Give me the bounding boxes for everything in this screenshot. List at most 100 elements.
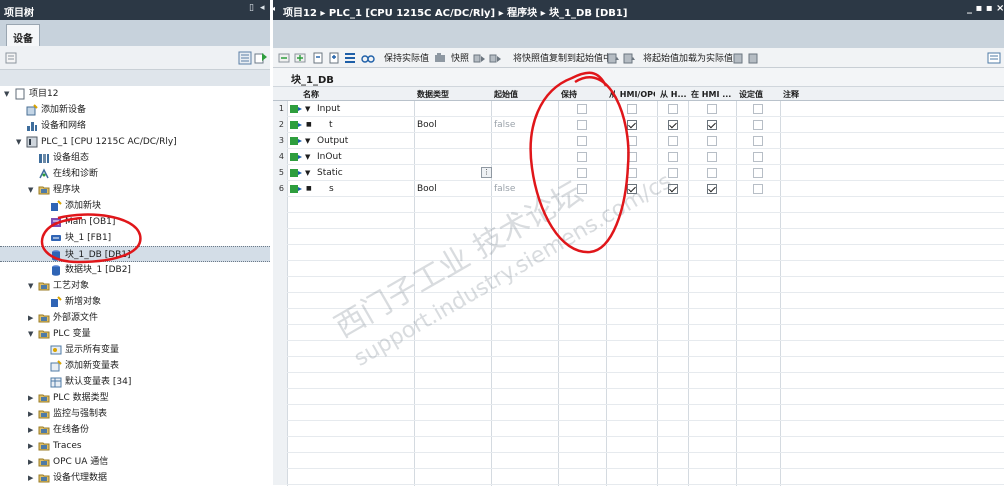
setpoint-checkbox[interactable] xyxy=(753,136,763,146)
tree-item[interactable]: 添加新设备 xyxy=(0,102,270,118)
collapse-arrow-icon[interactable]: ▶ xyxy=(28,454,38,470)
table-row[interactable]: 3 ▼ Output xyxy=(273,133,1004,149)
empty-table-row[interactable] xyxy=(273,229,1004,245)
list-icon[interactable] xyxy=(343,51,357,65)
variable-name[interactable]: Output xyxy=(317,133,348,149)
variable-start-value[interactable]: false xyxy=(494,181,515,197)
collapse-arrow-icon[interactable]: ▶ xyxy=(28,406,38,422)
tree-item[interactable]: 添加新块 xyxy=(0,198,270,214)
hmi-opc-accessible-checkbox[interactable] xyxy=(627,152,637,162)
tree-item[interactable]: 设备和网络 xyxy=(0,118,270,134)
tree-item[interactable]: 新增对象 xyxy=(0,294,270,310)
retain-checkbox[interactable] xyxy=(577,152,587,162)
datatype-picker-button[interactable]: ⋮ xyxy=(481,167,492,178)
copy-snapshot-to-start-button[interactable]: 将快照值复制到起始值中 xyxy=(513,51,612,64)
load-start-icon[interactable] xyxy=(606,51,620,65)
snapshot-button[interactable]: 快照 xyxy=(451,51,469,64)
empty-table-row[interactable] xyxy=(273,197,1004,213)
col-hmi-opc-accessible[interactable]: 从 HMI/OPC... xyxy=(609,89,655,100)
section-expand-icon[interactable]: ▼ xyxy=(305,165,310,181)
col-name[interactable]: 名称 xyxy=(303,89,319,100)
empty-table-row[interactable] xyxy=(273,245,1004,261)
empty-table-row[interactable] xyxy=(273,213,1004,229)
tree-item[interactable]: ▶ 监控与强制表 xyxy=(0,406,270,422)
hmi-opc-accessible-checkbox[interactable] xyxy=(627,168,637,178)
section-expand-icon[interactable]: ▼ xyxy=(305,101,310,117)
expand-arrow-icon[interactable]: ▼ xyxy=(28,278,38,294)
tree-item[interactable]: ▼ PLC 变量 xyxy=(0,326,270,342)
hmi-visible-checkbox[interactable] xyxy=(707,104,717,114)
empty-table-row[interactable] xyxy=(273,309,1004,325)
keep-actual-values-button[interactable]: 保持实际值 xyxy=(384,51,429,64)
hmi-visible-checkbox[interactable] xyxy=(707,184,717,194)
hmi-writable-checkbox[interactable] xyxy=(668,168,678,178)
hmi-opc-accessible-checkbox[interactable] xyxy=(627,120,637,130)
retain-checkbox[interactable] xyxy=(577,120,587,130)
hmi-opc-accessible-checkbox[interactable] xyxy=(627,184,637,194)
window-controls[interactable]: _ ▪ ▪ × xyxy=(967,3,1004,14)
table-row[interactable]: 4 ▼ InOut xyxy=(273,149,1004,165)
hmi-opc-accessible-checkbox[interactable] xyxy=(627,136,637,146)
empty-table-row[interactable] xyxy=(273,325,1004,341)
tree-item[interactable]: ▶ OPC UA 通信 xyxy=(0,454,270,470)
snapshot-icon[interactable] xyxy=(433,51,447,65)
insert-row-icon[interactable] xyxy=(277,51,291,65)
section-expand-icon[interactable]: ▼ xyxy=(305,133,310,149)
setpoint-checkbox[interactable] xyxy=(753,152,763,162)
retain-checkbox[interactable] xyxy=(577,104,587,114)
list-view-icon[interactable] xyxy=(238,51,252,65)
setpoint-checkbox[interactable] xyxy=(753,168,763,178)
collapse-arrow-icon[interactable]: ▶ xyxy=(28,422,38,438)
variable-name[interactable]: Static xyxy=(317,165,343,181)
tree-item[interactable]: ▶ 设备代理数据 xyxy=(0,470,270,486)
expand-arrow-icon[interactable]: ▼ xyxy=(4,86,14,102)
tree-item[interactable]: 默认变量表 [34] xyxy=(0,374,270,390)
tree-item[interactable]: 在线和诊断 xyxy=(0,166,270,182)
col-hmi-writable[interactable]: 从 H... xyxy=(660,89,687,100)
tree-item[interactable]: 块_1_DB [DB1] xyxy=(0,246,270,262)
col-comment[interactable]: 注释 xyxy=(783,89,799,100)
table-row[interactable]: 2 ■ t Bool false xyxy=(273,117,1004,133)
empty-table-row[interactable] xyxy=(273,405,1004,421)
col-start-value[interactable]: 起始值 xyxy=(494,89,518,100)
empty-table-row[interactable] xyxy=(273,341,1004,357)
tree-item[interactable]: Main [OB1] xyxy=(0,214,270,230)
expand-arrow-icon[interactable]: ▼ xyxy=(28,182,38,198)
empty-table-row[interactable] xyxy=(273,421,1004,437)
load-start-as-actual-button[interactable]: 将起始值加载为实际值 xyxy=(643,51,733,64)
col-setpoint[interactable]: 设定值 xyxy=(739,89,763,100)
retain-checkbox[interactable] xyxy=(577,184,587,194)
expand-all-icon[interactable] xyxy=(311,51,325,65)
tree-item[interactable]: 添加新变量表 xyxy=(0,358,270,374)
empty-table-row[interactable] xyxy=(273,293,1004,309)
variable-datatype[interactable]: Bool xyxy=(417,181,437,197)
tree-item[interactable]: ▼ 工艺对象 xyxy=(0,278,270,294)
load-icon-2[interactable] xyxy=(747,51,761,65)
retain-checkbox[interactable] xyxy=(577,136,587,146)
tree-item[interactable]: ▶ Traces xyxy=(0,438,270,454)
empty-table-row[interactable] xyxy=(273,389,1004,405)
setpoint-checkbox[interactable] xyxy=(753,120,763,130)
copy-snapshot-icon-2[interactable] xyxy=(489,51,503,65)
hmi-writable-checkbox[interactable] xyxy=(668,152,678,162)
tree-item[interactable]: ▶ 外部源文件 xyxy=(0,310,270,326)
collapse-all-icon[interactable] xyxy=(327,51,341,65)
tree-item[interactable]: ▶ 在线备份 xyxy=(0,422,270,438)
table-row[interactable]: 1 ▼ Input xyxy=(273,101,1004,117)
collapse-arrow-icon[interactable]: ▶ xyxy=(28,390,38,406)
variable-name[interactable]: InOut xyxy=(317,149,342,165)
tree-item[interactable]: 数据块_1 [DB2] xyxy=(0,262,270,278)
setpoint-checkbox[interactable] xyxy=(753,184,763,194)
col-datatype[interactable]: 数据类型 xyxy=(417,89,449,100)
hmi-visible-checkbox[interactable] xyxy=(707,136,717,146)
expand-arrow-icon[interactable]: ▼ xyxy=(28,326,38,342)
tree-item[interactable]: 设备组态 xyxy=(0,150,270,166)
collapse-arrow-icon[interactable]: ▶ xyxy=(28,310,38,326)
collapse-tree-icon[interactable]: ◂ xyxy=(271,4,275,13)
empty-table-row[interactable] xyxy=(273,357,1004,373)
table-row[interactable]: 5 ▼ Static ⋮ xyxy=(273,165,1004,181)
retain-checkbox[interactable] xyxy=(577,168,587,178)
hmi-writable-checkbox[interactable] xyxy=(668,120,678,130)
col-hmi-visible[interactable]: 在 HMI ... xyxy=(691,89,735,100)
hmi-writable-checkbox[interactable] xyxy=(668,184,678,194)
